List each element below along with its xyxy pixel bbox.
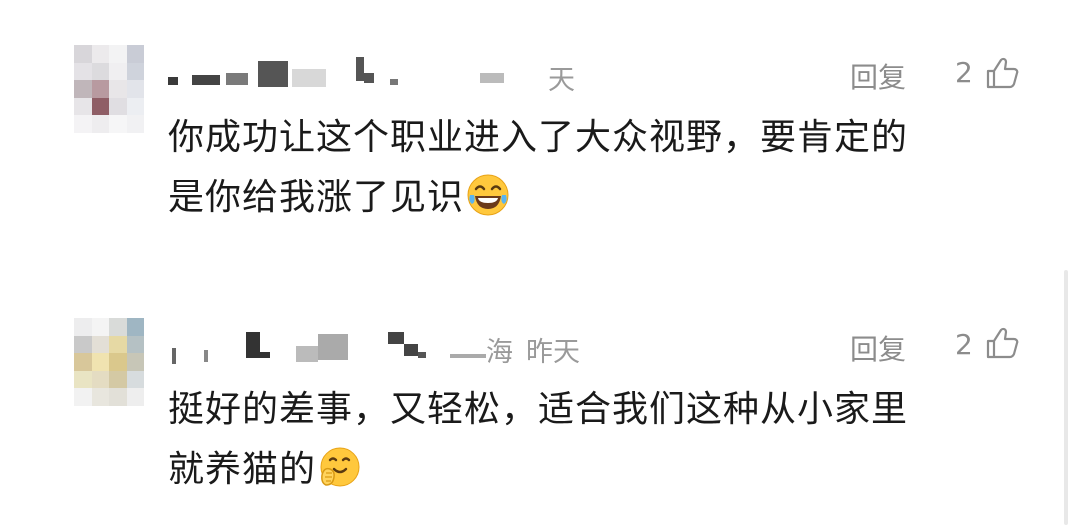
avatar-mosaic-cell bbox=[109, 335, 127, 354]
avatar-mosaic-cell bbox=[109, 353, 127, 371]
scrollbar[interactable] bbox=[1064, 270, 1068, 525]
avatar-mosaic-cell bbox=[126, 388, 144, 406]
avatar-mosaic-cell bbox=[126, 353, 144, 371]
avatar-mosaic-cell bbox=[91, 62, 109, 81]
avatar-mosaic-cell bbox=[109, 388, 127, 406]
avatar-mosaic-cell bbox=[126, 318, 144, 336]
avatar-mosaic-cell bbox=[91, 45, 109, 63]
username-redacted[interactable] bbox=[168, 330, 508, 364]
comment-date: 天 bbox=[548, 65, 575, 96]
avatar-mosaic-cell bbox=[126, 335, 144, 354]
comment-text-line: 是你给我涨了见识 bbox=[168, 168, 1028, 228]
avatar-mosaic-cell bbox=[109, 45, 127, 63]
avatar-mosaic-cell bbox=[109, 80, 127, 98]
avatar-mosaic-cell bbox=[74, 115, 92, 133]
avatar-mosaic-cell bbox=[74, 388, 92, 406]
avatar-mosaic-cell bbox=[126, 62, 144, 81]
avatar-mosaic-cell bbox=[91, 353, 109, 371]
comment-text: 你成功让这个职业进入了大众视野，要肯定的 是你给我涨了见识 bbox=[168, 108, 1028, 228]
avatar[interactable] bbox=[74, 318, 144, 406]
avatar-mosaic-cell bbox=[74, 353, 92, 371]
comment-text-line: 就养猫的 bbox=[168, 440, 1028, 500]
avatar[interactable] bbox=[74, 45, 144, 133]
avatar-mosaic-cell bbox=[109, 370, 127, 389]
avatar-mosaic-cell bbox=[91, 80, 109, 98]
avatar-mosaic-cell bbox=[109, 115, 127, 133]
username-redacted[interactable] bbox=[168, 55, 588, 87]
comment-date: 昨天 bbox=[526, 337, 580, 368]
avatar-mosaic-cell bbox=[91, 335, 109, 354]
hugging-face-emoji bbox=[320, 447, 360, 487]
avatar-mosaic-cell bbox=[74, 318, 92, 336]
avatar-mosaic-cell bbox=[126, 97, 144, 116]
avatar-mosaic-cell bbox=[74, 335, 92, 354]
like-count: 2 bbox=[955, 56, 973, 89]
like-count: 2 bbox=[955, 328, 973, 361]
avatar-mosaic-cell bbox=[91, 370, 109, 389]
avatar-mosaic-cell bbox=[91, 97, 109, 116]
avatar-mosaic-cell bbox=[74, 62, 92, 81]
avatar-mosaic-cell bbox=[109, 318, 127, 336]
laughing-tears-emoji bbox=[467, 174, 509, 216]
thumbs-up-icon[interactable] bbox=[985, 326, 1019, 360]
avatar-mosaic-cell bbox=[74, 370, 92, 389]
reply-button[interactable]: 回复 bbox=[850, 56, 906, 96]
avatar-mosaic-cell bbox=[126, 370, 144, 389]
avatar-mosaic-cell bbox=[91, 115, 109, 133]
reply-button[interactable]: 回复 bbox=[850, 328, 906, 368]
avatar-mosaic-cell bbox=[109, 62, 127, 81]
comment-text: 挺好的差事，又轻松，适合我们这种从小家里 就养猫的 bbox=[168, 380, 1028, 500]
avatar-mosaic-cell bbox=[74, 45, 92, 63]
avatar-mosaic-cell bbox=[74, 97, 92, 116]
comment-text-line: 挺好的差事，又轻松，适合我们这种从小家里 bbox=[168, 389, 909, 430]
avatar-mosaic-cell bbox=[91, 388, 109, 406]
thumbs-up-icon[interactable] bbox=[985, 56, 1019, 90]
avatar-mosaic-cell bbox=[74, 80, 92, 98]
avatar-mosaic-cell bbox=[109, 97, 127, 116]
avatar-mosaic-cell bbox=[126, 80, 144, 98]
avatar-mosaic-cell bbox=[91, 318, 109, 336]
commenter-location: 海 bbox=[486, 337, 513, 368]
comment-text-line: 你成功让这个职业进入了大众视野，要肯定的 bbox=[168, 117, 909, 158]
avatar-mosaic-cell bbox=[126, 45, 144, 63]
avatar-mosaic-cell bbox=[126, 115, 144, 133]
